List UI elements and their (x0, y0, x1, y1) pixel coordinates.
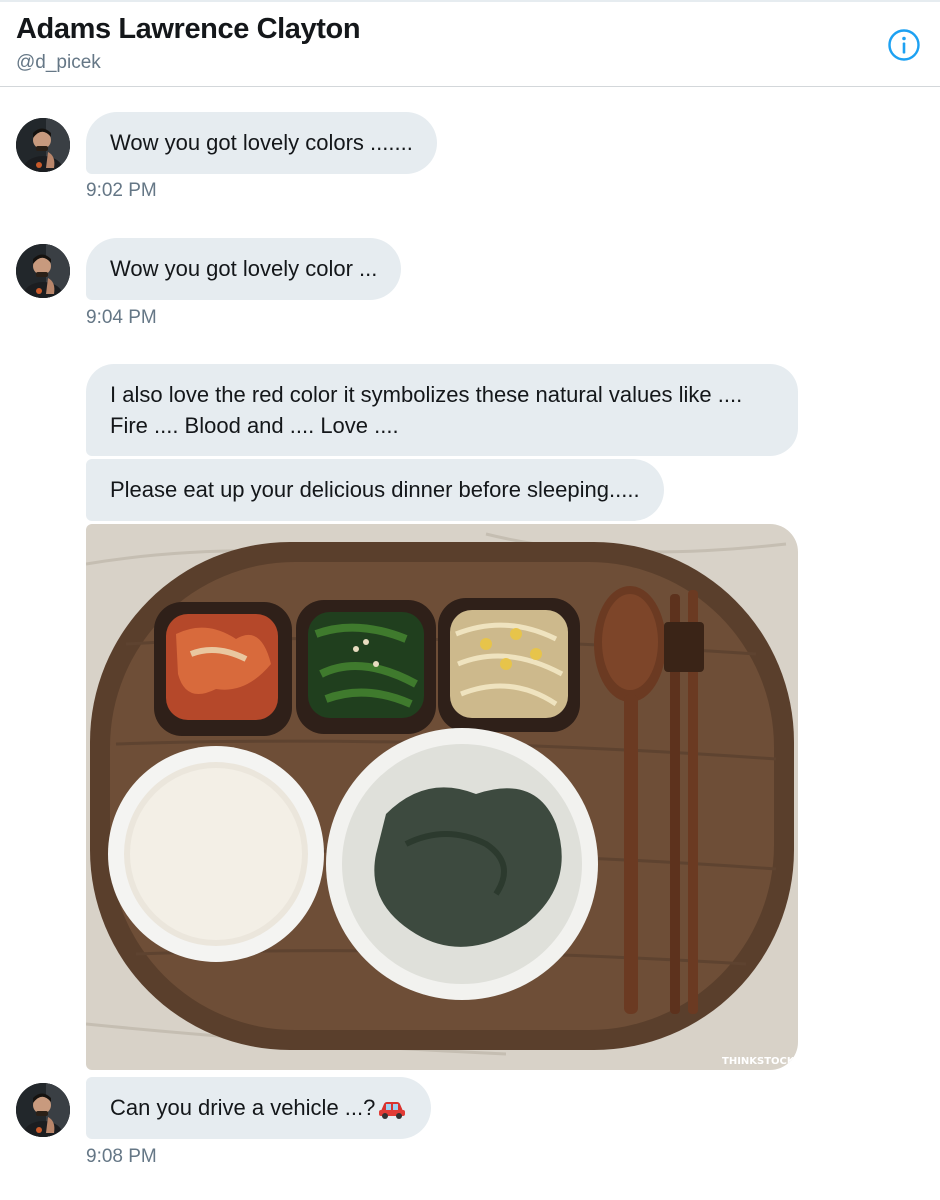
food-tray-photo: THINKSTOCK (86, 524, 798, 1070)
message-bubble[interactable]: Wow you got lovely color ... (86, 238, 402, 300)
avatar[interactable] (16, 244, 70, 298)
message-bubble[interactable]: Please eat up your delicious dinner befo… (86, 459, 664, 521)
car-icon (379, 1102, 406, 1120)
message-bubble[interactable]: Wow you got lovely colors ....... (86, 112, 437, 174)
avatar-photo (16, 244, 70, 298)
message-timestamp: 9:08 PM (86, 1146, 157, 1167)
avatar[interactable] (16, 118, 70, 172)
avatar[interactable] (16, 1083, 70, 1137)
message-bubble[interactable]: Can you drive a vehicle ...? (86, 1077, 432, 1139)
message-photo[interactable]: THINKSTOCK (86, 524, 798, 1070)
contact-handle[interactable]: @d_picek (16, 52, 101, 74)
message-text: Can you drive a vehicle ...? (110, 1095, 376, 1120)
info-icon (888, 29, 920, 61)
info-button[interactable] (887, 28, 921, 62)
conversation-header: Adams Lawrence Clayton @d_picek (0, 2, 940, 87)
message-bubble[interactable]: I also love the red color it symbolizes … (86, 364, 798, 456)
avatar-photo (16, 118, 70, 172)
contact-name[interactable]: Adams Lawrence Clayton (16, 13, 361, 46)
avatar-photo (16, 1083, 70, 1137)
message-timestamp: 9:02 PM (86, 180, 157, 201)
photo-watermark: THINKSTOCK (722, 1056, 796, 1067)
message-timestamp: 9:04 PM (86, 307, 157, 328)
